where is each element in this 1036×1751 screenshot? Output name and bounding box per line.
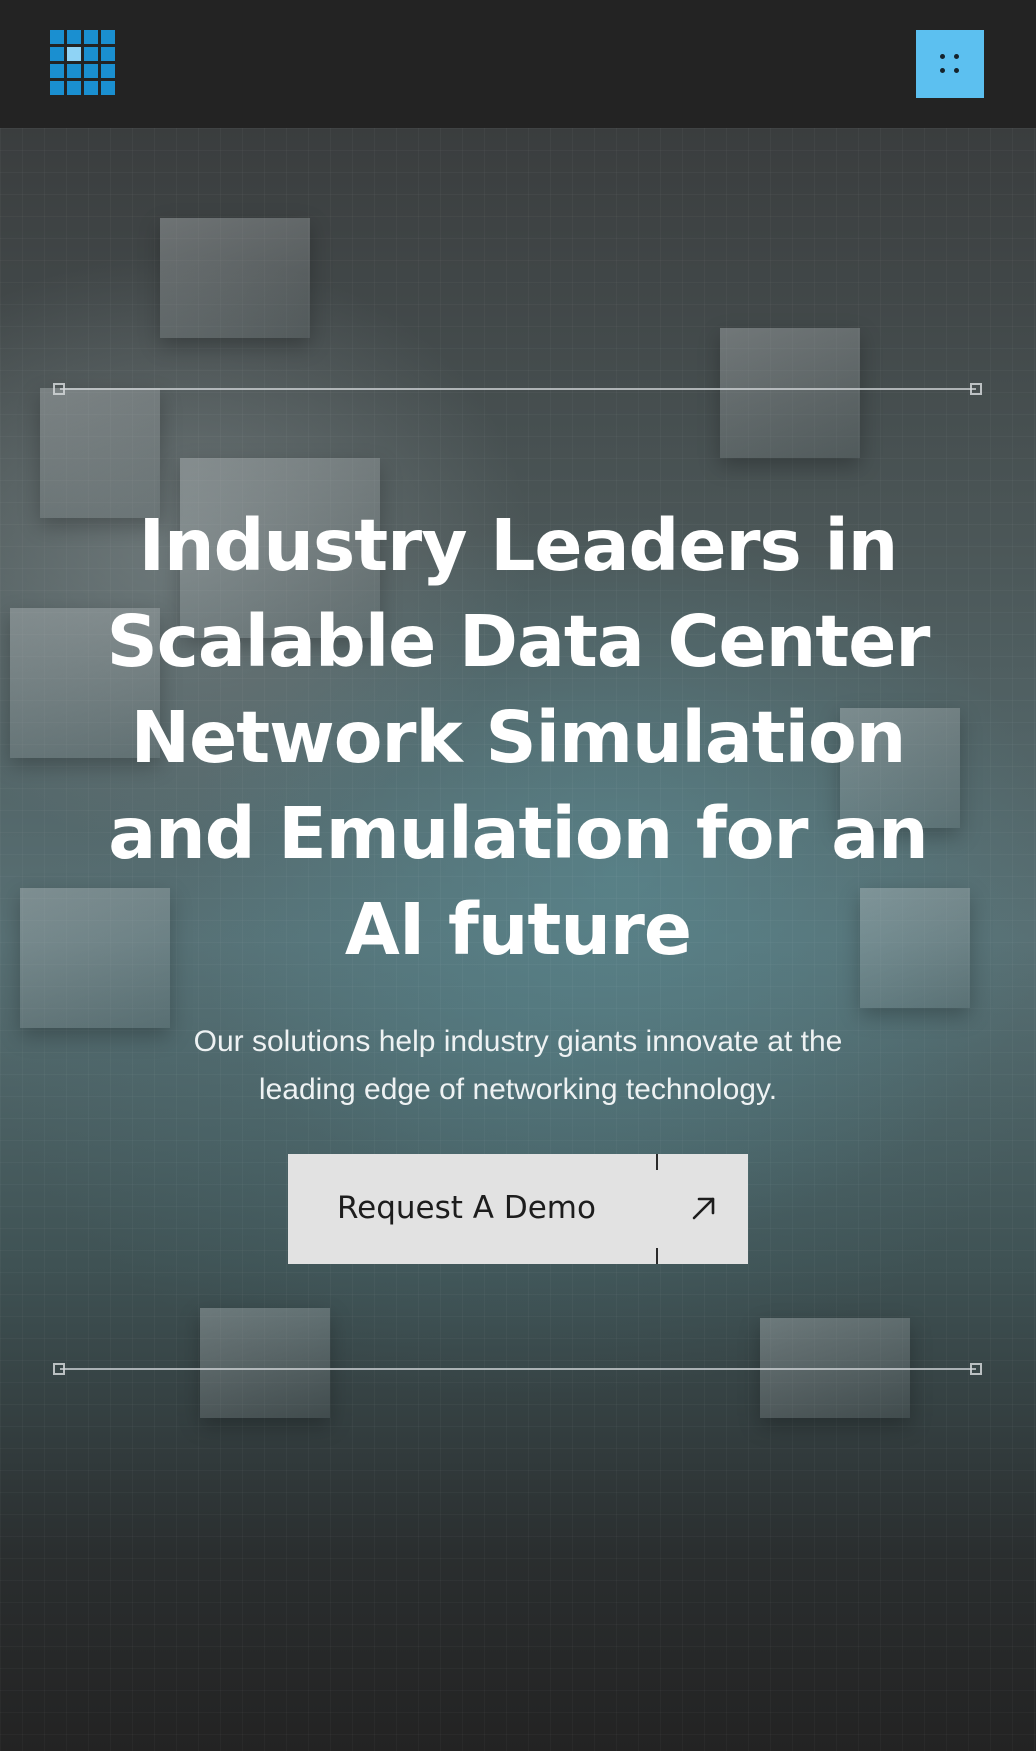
hero-headline: Industry Leaders in Scalable Data Center… bbox=[106, 504, 931, 971]
frame-corner bbox=[970, 383, 982, 395]
frame-line-bottom bbox=[60, 1368, 976, 1370]
frame-line-top bbox=[60, 388, 976, 390]
background-cube bbox=[720, 328, 860, 458]
hero-section: Industry Leaders in Scalable Data Center… bbox=[0, 128, 1036, 1751]
frame-corner bbox=[970, 1363, 982, 1375]
logo-icon[interactable] bbox=[50, 30, 116, 96]
menu-dots-icon bbox=[940, 54, 960, 74]
request-demo-label: Request A Demo bbox=[337, 1190, 596, 1226]
site-header bbox=[0, 0, 1036, 128]
background-cube bbox=[200, 1308, 330, 1418]
request-demo-button[interactable]: Request A Demo bbox=[288, 1154, 748, 1264]
menu-button[interactable] bbox=[916, 30, 984, 98]
button-divider-gap bbox=[656, 1170, 658, 1248]
hero-subline: Our solutions help industry giants innov… bbox=[193, 1025, 843, 1106]
arrow-up-right-icon bbox=[692, 1197, 715, 1220]
background-cube bbox=[160, 218, 310, 338]
